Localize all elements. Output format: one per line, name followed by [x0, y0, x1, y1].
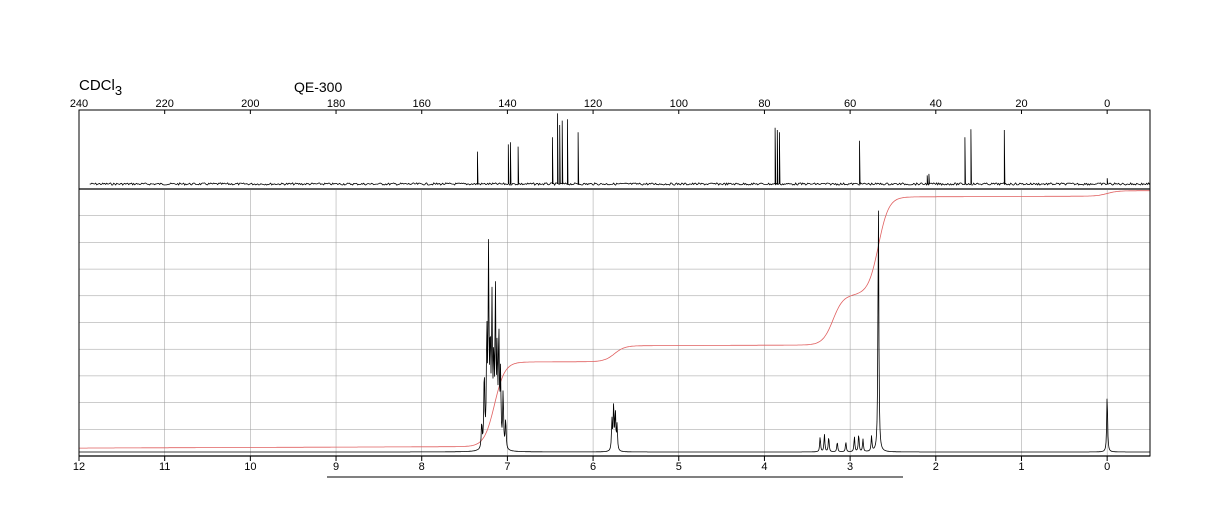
- h1-tick-label: 5: [676, 461, 682, 473]
- c13-tick-label: 160: [413, 98, 431, 110]
- h1-tick-label: 9: [333, 461, 339, 473]
- h1-tick-label: 3: [847, 461, 853, 473]
- c13-spectrum-panel: 240 220 200 180 160 140 120 100 80 60 40 20 0: [70, 98, 1151, 186]
- c13-axis-ticks: [78, 110, 1108, 114]
- c13-tick-label: 200: [241, 98, 259, 110]
- c13-axis-tick-labels: 240 220 200 180 160 140 120 100 80 60 40 20 0: [70, 98, 1110, 110]
- h1-tick-label: 2: [933, 461, 939, 473]
- h1-tick-label: 4: [761, 461, 767, 473]
- h1-integral-curve: [79, 190, 1150, 449]
- c13-tick-label: 100: [670, 98, 688, 110]
- c13-tick-label: 80: [758, 98, 770, 110]
- h1-tick-label: 6: [590, 461, 596, 473]
- c13-tick-label: 40: [930, 98, 942, 110]
- h1-tick-label: 0: [1104, 461, 1110, 473]
- h1-tick-label: 8: [419, 461, 425, 473]
- plot-frame: [78, 109, 1151, 457]
- c13-tick-label: 0: [1104, 98, 1110, 110]
- c13-spectrum-trace: [89, 113, 1151, 186]
- h1-spectrum-panel: 12 11 10 9 8 7 6 5 4 3 2 1 0: [73, 190, 1150, 473]
- c13-tick-label: 20: [1015, 98, 1027, 110]
- h1-tick-label: 1: [1018, 461, 1024, 473]
- h1-tick-label: 11: [159, 461, 170, 473]
- h1-grid: [78, 190, 1150, 456]
- h1-tick-label: 10: [244, 461, 256, 473]
- c13-tick-label: 220: [156, 98, 174, 110]
- c13-tick-label: 120: [584, 98, 602, 110]
- instrument-label: QE-300: [294, 79, 342, 95]
- nmr-spectra-figure: CDCl3 QE-300 240 220 200 180 160 140 120 100 80 6…: [70, 77, 1151, 478]
- h1-tick-label: 7: [504, 461, 510, 473]
- h1-tick-label: 12: [73, 461, 85, 473]
- c13-tick-label: 60: [844, 98, 856, 110]
- c13-tick-label: 140: [498, 98, 516, 110]
- c13-tick-label: 240: [70, 98, 88, 110]
- h1-spectrum-trace: [79, 210, 1150, 453]
- h1-axis-tick-labels: 12 11 10 9 8 7 6 5 4 3 2 1 0: [73, 461, 1110, 473]
- c13-tick-label: 180: [327, 98, 345, 110]
- solvent-label: CDCl3: [79, 77, 122, 98]
